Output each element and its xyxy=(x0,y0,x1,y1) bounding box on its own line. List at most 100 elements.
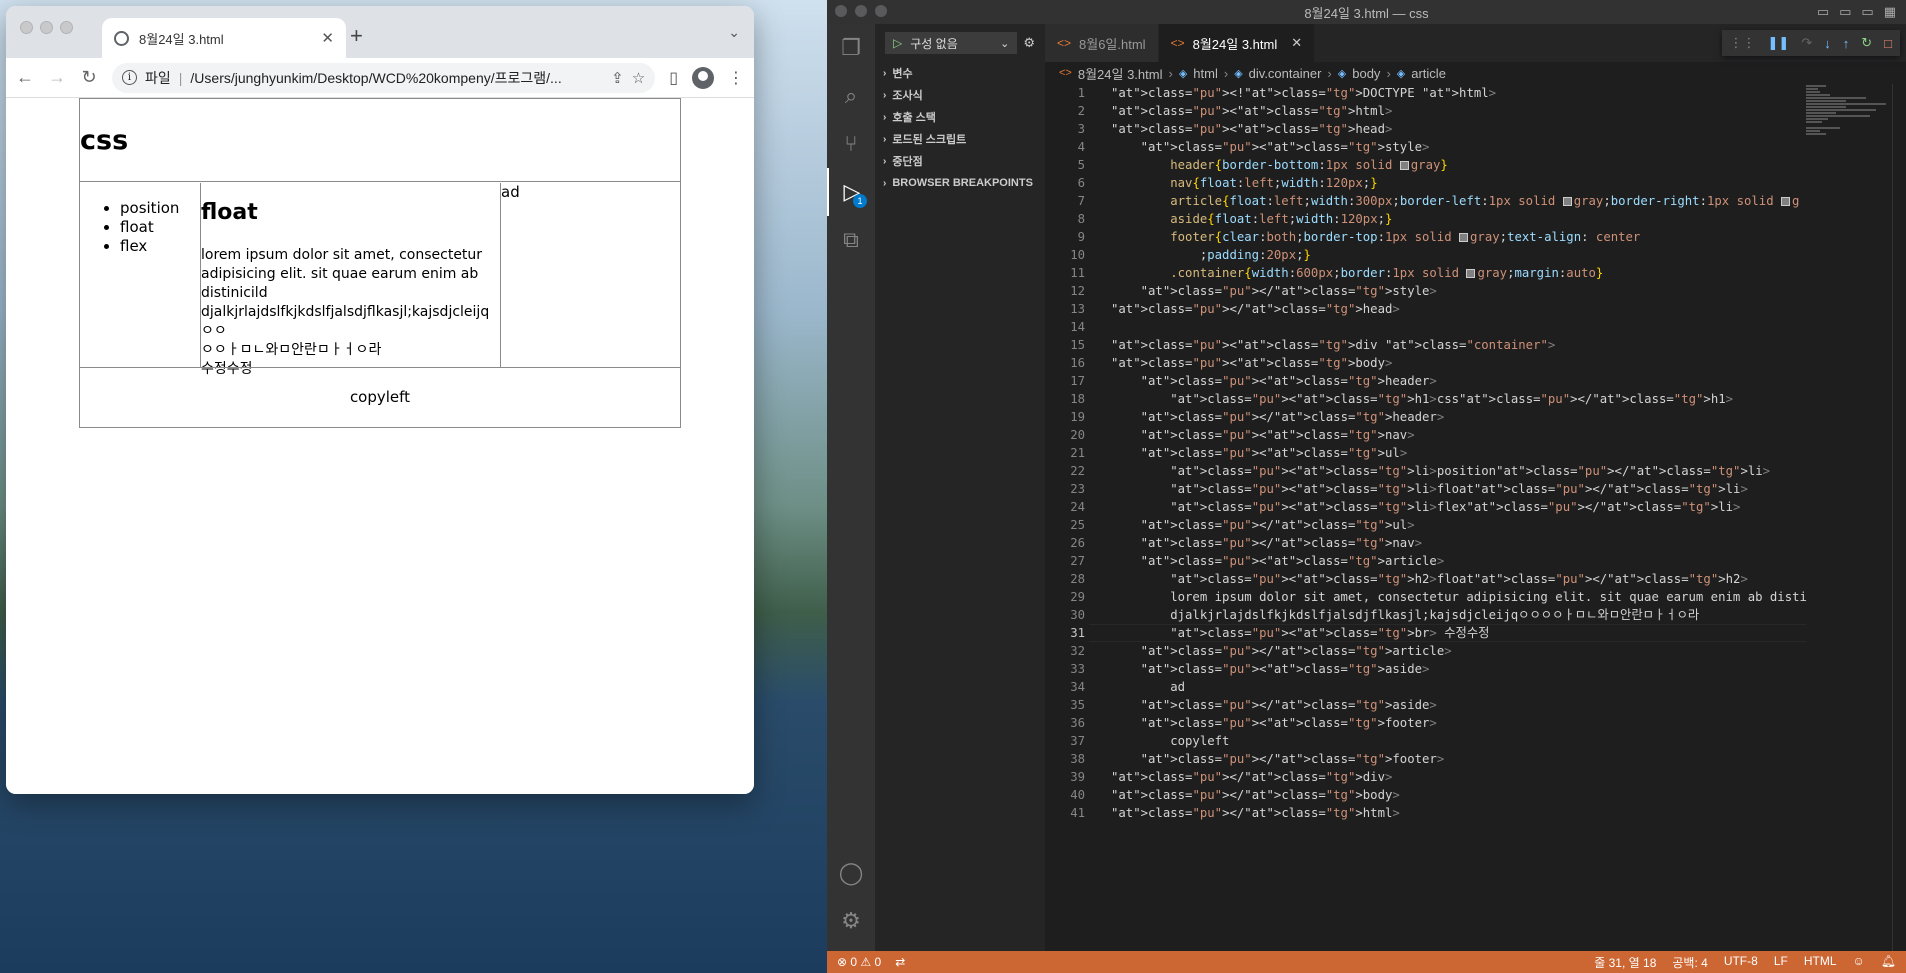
explorer-icon[interactable]: ❐ xyxy=(827,24,875,72)
pause-icon[interactable]: ❚❚ xyxy=(1768,35,1790,51)
code-line[interactable]: nav{float:left;width:120px;} xyxy=(1111,174,1377,192)
profile-avatar[interactable] xyxy=(692,66,714,89)
code-line[interactable]: "at">class="pu"></"at">class="tg">body> xyxy=(1111,786,1400,804)
drag-handle-icon[interactable]: ⋮⋮ xyxy=(1730,35,1756,51)
code-line[interactable]: "at">class="pu"></"at">class="tg">style> xyxy=(1111,282,1437,300)
section-variables[interactable]: › 변수 xyxy=(875,62,1045,84)
search-icon[interactable]: ⌕ xyxy=(827,72,875,120)
step-over-icon[interactable]: ↷ xyxy=(1801,35,1812,51)
zoom-window-button[interactable] xyxy=(60,21,73,34)
account-icon[interactable]: ◯ xyxy=(827,849,875,897)
code-line[interactable]: "at">class="pu"><"at">class="tg">article… xyxy=(1111,552,1445,570)
section-breakpoints[interactable]: › 중단점 xyxy=(875,150,1045,172)
code-line[interactable]: aside{float:left;width:120px;} xyxy=(1111,210,1392,228)
close-tab-icon[interactable]: ✕ xyxy=(1291,35,1302,51)
code-line[interactable]: "at">class="pu"><"at">class="tg">li>floa… xyxy=(1111,480,1748,498)
color-swatch-icon[interactable] xyxy=(1399,161,1409,170)
code-line[interactable]: "at">class="pu"><"at">class="tg">h2>floa… xyxy=(1111,570,1748,588)
gear-icon[interactable]: ⚙ xyxy=(827,897,875,945)
breadcrumb-item[interactable]: html xyxy=(1193,66,1218,81)
code-line[interactable]: "at">class="pu"><"at">class="tg">footer> xyxy=(1111,714,1437,732)
code-line[interactable]: "at">class="pu"></"at">class="tg">html> xyxy=(1111,804,1400,822)
code-line[interactable]: "at">class="pu"><"at">class="tg">ul> xyxy=(1111,444,1408,462)
problems-indicator[interactable]: ⊗ 0 ⚠ 0 xyxy=(837,955,881,969)
address-bar[interactable]: i 파일 | /Users/junghyunkim/Desktop/WCD%20… xyxy=(112,62,656,93)
code-line[interactable]: lorem ipsum dolor sit amet, consectetur … xyxy=(1111,588,1807,606)
code-line[interactable]: "at">class="pu"></"at">class="tg">aside> xyxy=(1111,696,1437,714)
code-line[interactable]: "at">class="pu"><"at">class="tg">div "at… xyxy=(1111,336,1555,354)
color-swatch-icon[interactable] xyxy=(1562,197,1572,206)
section-loaded-scripts[interactable]: › 로드된 스크립트 xyxy=(875,128,1045,150)
breadcrumb-item[interactable]: 8월24일 3.html xyxy=(1078,64,1163,83)
code-line[interactable]: ad xyxy=(1111,678,1185,696)
code-line[interactable]: "at">class="pu"><"at">class="tg">aside> xyxy=(1111,660,1430,678)
code-line[interactable]: "at">class="pu"><!"at">class="tg">DOCTYP… xyxy=(1111,84,1496,102)
code-line[interactable]: footer{clear:both;border-top:1px solid g… xyxy=(1111,228,1640,246)
toggle-secondary-sidebar-icon[interactable]: ▭ xyxy=(1861,4,1873,20)
breadcrumb-item[interactable]: body xyxy=(1352,66,1380,81)
chevron-down-icon[interactable]: ⌄ xyxy=(1000,37,1009,50)
line-ending[interactable]: LF xyxy=(1774,954,1788,971)
code-line[interactable]: "at">class="pu"></"at">class="tg">header… xyxy=(1111,408,1445,426)
extensions-icon[interactable]: ⧉ xyxy=(827,216,875,264)
minimize-window-button[interactable] xyxy=(855,5,867,17)
code-line[interactable]: "at">class="pu"><"at">class="tg">nav> xyxy=(1111,426,1415,444)
code-line[interactable]: "at">class="pu"><"at">class="tg">head> xyxy=(1111,120,1392,138)
feedback-icon[interactable]: ☺ xyxy=(1853,954,1865,971)
zoom-window-button[interactable] xyxy=(875,5,887,17)
code-line[interactable]: .container{width:600px;border:1px solid … xyxy=(1111,264,1603,282)
code-line[interactable]: "at">class="pu"></"at">class="tg">div> xyxy=(1111,768,1392,786)
tab-8월24일-3[interactable]: <> 8월24일 3.html ✕ xyxy=(1158,24,1316,62)
more-menu-icon[interactable]: ⋮ xyxy=(728,68,744,88)
browser-tab[interactable]: 8월24일 3.html ✕ xyxy=(102,18,346,58)
breadcrumb-item[interactable]: div.container xyxy=(1249,66,1322,81)
gear-icon[interactable]: ⚙ xyxy=(1023,35,1035,51)
code-line[interactable]: "at">class="pu"></"at">class="tg">articl… xyxy=(1111,642,1452,660)
encoding[interactable]: UTF-8 xyxy=(1724,954,1758,971)
forward-arrow-icon[interactable]: → xyxy=(48,67,66,88)
code-line[interactable]: "at">class="pu"><"at">class="tg">br> 수정수… xyxy=(1111,624,1489,642)
side-panel-icon[interactable]: ▯ xyxy=(669,68,678,88)
code-line[interactable]: "at">class="pu"></"at">class="tg">ul> xyxy=(1111,516,1415,534)
indentation[interactable]: 공백: 4 xyxy=(1672,954,1707,971)
breadcrumb-item[interactable]: article xyxy=(1411,66,1446,81)
section-watch[interactable]: › 조사식 xyxy=(875,84,1045,106)
step-out-icon[interactable]: ↑ xyxy=(1843,36,1850,51)
section-call-stack[interactable]: › 호출 스택 xyxy=(875,106,1045,128)
code-line[interactable]: "at">class="pu"><"at">class="tg">li>posi… xyxy=(1111,462,1770,480)
stop-icon[interactable]: □ xyxy=(1884,36,1892,51)
code-line[interactable]: "at">class="pu"><"at">class="tg">body> xyxy=(1111,354,1392,372)
bookmark-star-icon[interactable]: ☆ xyxy=(632,69,645,87)
close-window-button[interactable] xyxy=(835,5,847,17)
language-mode[interactable]: HTML xyxy=(1804,954,1837,971)
share-icon[interactable]: ⇪ xyxy=(611,69,624,87)
minimize-window-button[interactable] xyxy=(40,21,53,34)
restart-icon[interactable]: ↻ xyxy=(1861,35,1872,51)
color-swatch-icon[interactable] xyxy=(1466,269,1476,278)
address-url[interactable]: /Users/junghyunkim/Desktop/WCD%20kompeny… xyxy=(190,68,603,88)
step-into-icon[interactable]: ↓ xyxy=(1824,36,1831,51)
notifications-bell-icon[interactable]: 🔔︎ xyxy=(1881,954,1896,971)
start-debug-icon[interactable]: ▷ xyxy=(893,36,902,50)
close-tab-icon[interactable]: ✕ xyxy=(321,29,334,47)
code-line[interactable]: "at">class="pu"><"at">class="tg">header> xyxy=(1111,372,1437,390)
source-control-icon[interactable]: ⑂ xyxy=(827,120,875,168)
run-debug-icon[interactable]: ▷ 1 xyxy=(827,168,875,216)
code-line[interactable]: "at">class="pu"><"at">class="tg">h1>css"… xyxy=(1111,390,1733,408)
code-line[interactable]: djalkjrlajdslfkjkdslfjalsdjflkasjl;kajsd… xyxy=(1111,606,1699,624)
code-line[interactable]: "at">class="pu"></"at">class="tg">footer… xyxy=(1111,750,1445,768)
code-line[interactable]: ;padding:20px;} xyxy=(1111,246,1311,264)
live-share-icon[interactable]: ⇄ xyxy=(895,955,905,969)
cursor-position[interactable]: 줄 31, 열 18 xyxy=(1594,954,1656,971)
color-swatch-icon[interactable] xyxy=(1781,197,1791,206)
reload-icon[interactable]: ↻ xyxy=(80,67,98,88)
new-tab-button[interactable]: + xyxy=(350,23,363,49)
editor-scrollbar[interactable] xyxy=(1892,84,1906,951)
code-line[interactable]: "at">class="pu"></"at">class="tg">nav> xyxy=(1111,534,1422,552)
info-icon[interactable]: i xyxy=(122,70,137,85)
back-arrow-icon[interactable]: ← xyxy=(16,67,34,88)
code-line[interactable]: article{float:left;width:300px;border-le… xyxy=(1111,192,1799,210)
code-line[interactable]: "at">class="pu"><"at">class="tg">html> xyxy=(1111,102,1392,120)
customize-layout-icon[interactable]: ▦ xyxy=(1884,4,1896,20)
tab-search-chevron-icon[interactable]: ⌄ xyxy=(728,24,740,41)
